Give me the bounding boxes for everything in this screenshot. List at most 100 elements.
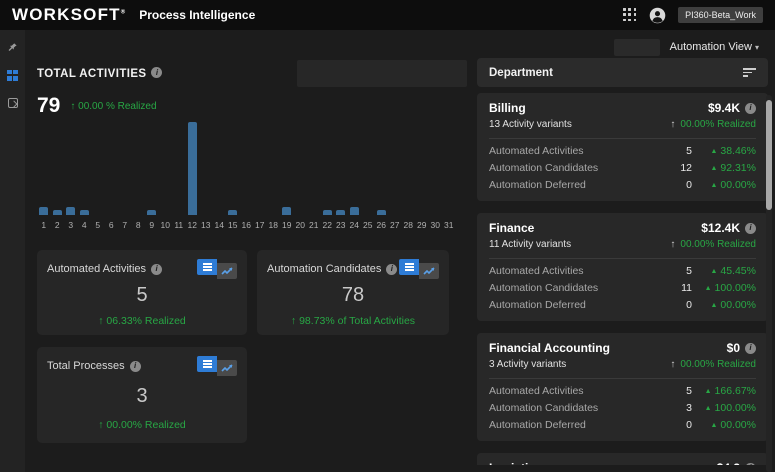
x-axis-tick: 29 (417, 220, 427, 230)
worksoft-logo: WORKSOFT® (12, 5, 126, 24)
metric-value: 5 (686, 264, 692, 277)
info-icon[interactable]: i (745, 462, 756, 465)
metric-percent: ▲ 38.46% (710, 144, 756, 157)
up-arrow-icon: ↑ (290, 315, 297, 327)
pin-icon[interactable] (0, 35, 25, 59)
chart-view-button[interactable] (217, 263, 237, 279)
x-axis-tick: 13 (201, 220, 211, 230)
department-name: Finance (489, 221, 535, 235)
metric-percent: ▲ 100.00% (704, 401, 756, 414)
chart-bar-day-12[interactable] (187, 122, 197, 215)
chart-view-button[interactable] (419, 263, 439, 279)
metric-value: 3 (686, 401, 692, 414)
user-avatar-icon[interactable] (649, 7, 666, 24)
x-axis-tick: 17 (255, 220, 265, 230)
department-card-billing[interactable]: Billing $9.4K i 13 Activity variants ↑ 00.… (477, 93, 768, 201)
chart-bar-day-1[interactable] (39, 207, 49, 215)
list-view-button[interactable] (399, 259, 419, 275)
department-name: Financial Accounting (489, 341, 610, 355)
chart-bar-day-24[interactable] (349, 207, 359, 215)
chart-bar-slot (226, 122, 240, 215)
chart-bar-day-15[interactable] (228, 210, 238, 215)
top-header-bar: WORKSOFT® Process Intelligence PI360-Bet… (0, 0, 775, 30)
total-activities-title: TOTAL ACTIVITIES (37, 68, 147, 80)
department-amount: $12.4K (701, 221, 740, 235)
chart-bar-day-4[interactable] (79, 210, 89, 215)
x-axis-tick: 2 (54, 220, 60, 230)
chart-bar-slot (172, 122, 186, 215)
department-panel-header[interactable]: Department (477, 58, 768, 87)
info-icon[interactable]: i (386, 263, 398, 275)
department-card-logistics[interactable]: Logistics $4.2i 28 Activity variants ↑00… (477, 453, 768, 465)
up-triangle-icon: ▲ (710, 181, 718, 189)
x-axis-tick: 24 (349, 220, 359, 230)
department-card-finance[interactable]: Finance $12.4K i 11 Activity variants ↑ 00… (477, 213, 768, 321)
reports-icon[interactable] (0, 91, 25, 115)
x-axis-tick: 10 (160, 220, 170, 230)
chart-bar-day-9[interactable] (147, 210, 157, 215)
chart-bar-day-3[interactable] (66, 207, 76, 215)
up-triangle-icon: ▲ (704, 404, 712, 412)
list-view-button[interactable] (197, 259, 217, 275)
info-icon[interactable]: i (745, 102, 756, 114)
chart-bar-slot (321, 122, 335, 215)
view-toolbar: Automation View ▾ (25, 30, 775, 56)
activity-variants: 3 Activity variants (489, 359, 567, 370)
total-activities-value: 79 (37, 94, 61, 117)
chart-bar-day-2[interactable] (52, 210, 62, 215)
bar-chart-bars (37, 122, 467, 215)
x-axis-tick: 28 (403, 220, 413, 230)
card-title: Total Processes (47, 360, 125, 372)
department-card-financial-accounting[interactable]: Financial Accounting $0 i 3 Activity vari… (477, 333, 768, 441)
metric-percent: ▲ 00.00% (710, 178, 756, 191)
chart-bar-slot (159, 122, 173, 215)
x-axis-tick: 11 (174, 220, 184, 230)
chart-view-button[interactable] (217, 360, 237, 376)
sort-icon[interactable] (743, 68, 756, 77)
automated-activities-card: Automated Activities i 5 ↑ 06.33% Realize… (37, 250, 247, 335)
chart-bar-slot (415, 122, 429, 215)
chart-bar-day-26[interactable] (376, 210, 386, 215)
view-mode-dropdown[interactable]: Automation View ▾ (670, 41, 759, 53)
x-axis-tick: 20 (295, 220, 305, 230)
metric-value: 12 (680, 161, 692, 174)
card-delta: ↑ 06.33% Realized (98, 315, 186, 327)
metric-percent: ▲ 00.00% (710, 298, 756, 311)
scrollbar-thumb[interactable] (766, 100, 772, 210)
divider (489, 258, 756, 259)
vertical-scrollbar[interactable] (766, 95, 772, 472)
info-icon[interactable]: i (151, 67, 163, 79)
chart-bar-slot (388, 122, 402, 215)
x-axis-tick: 25 (363, 220, 373, 230)
card-value: 5 (136, 284, 148, 306)
chart-bar-slot (186, 122, 200, 215)
info-icon[interactable]: i (745, 342, 756, 354)
chart-bar-slot (375, 122, 389, 215)
chart-bar-day-23[interactable] (336, 210, 346, 215)
x-axis-tick: 30 (430, 220, 440, 230)
workspace-badge[interactable]: PI360-Beta_Work (678, 7, 763, 23)
metric-percent: ▲ 166.67% (704, 384, 756, 397)
metric-percent: ▲ 100.00% (704, 281, 756, 294)
info-icon[interactable]: i (151, 263, 163, 275)
realized-percent: 00.00% Realized (680, 359, 756, 370)
list-view-button[interactable] (197, 356, 217, 372)
chart-bar-day-19[interactable] (282, 207, 292, 215)
metric-label: Automation Deferred (489, 418, 586, 431)
toolbar-secondary-control[interactable] (613, 38, 660, 56)
dashboard-icon[interactable] (0, 63, 25, 87)
chart-bar-day-22[interactable] (322, 210, 332, 215)
info-icon[interactable]: i (745, 222, 756, 234)
divider (489, 378, 756, 379)
apps-grid-icon[interactable] (623, 8, 637, 22)
metric-value: 0 (686, 298, 692, 311)
chart-bar-slot (91, 122, 105, 215)
metric-label: Automated Activities (489, 144, 584, 157)
x-axis-tick: 5 (95, 220, 101, 230)
metric-value: 5 (686, 144, 692, 157)
x-axis-tick: 1 (41, 220, 47, 230)
info-icon[interactable]: i (129, 360, 141, 372)
chart-bar-slot (118, 122, 132, 215)
up-triangle-icon: ▲ (710, 267, 718, 275)
chart-bar-slot (240, 122, 254, 215)
